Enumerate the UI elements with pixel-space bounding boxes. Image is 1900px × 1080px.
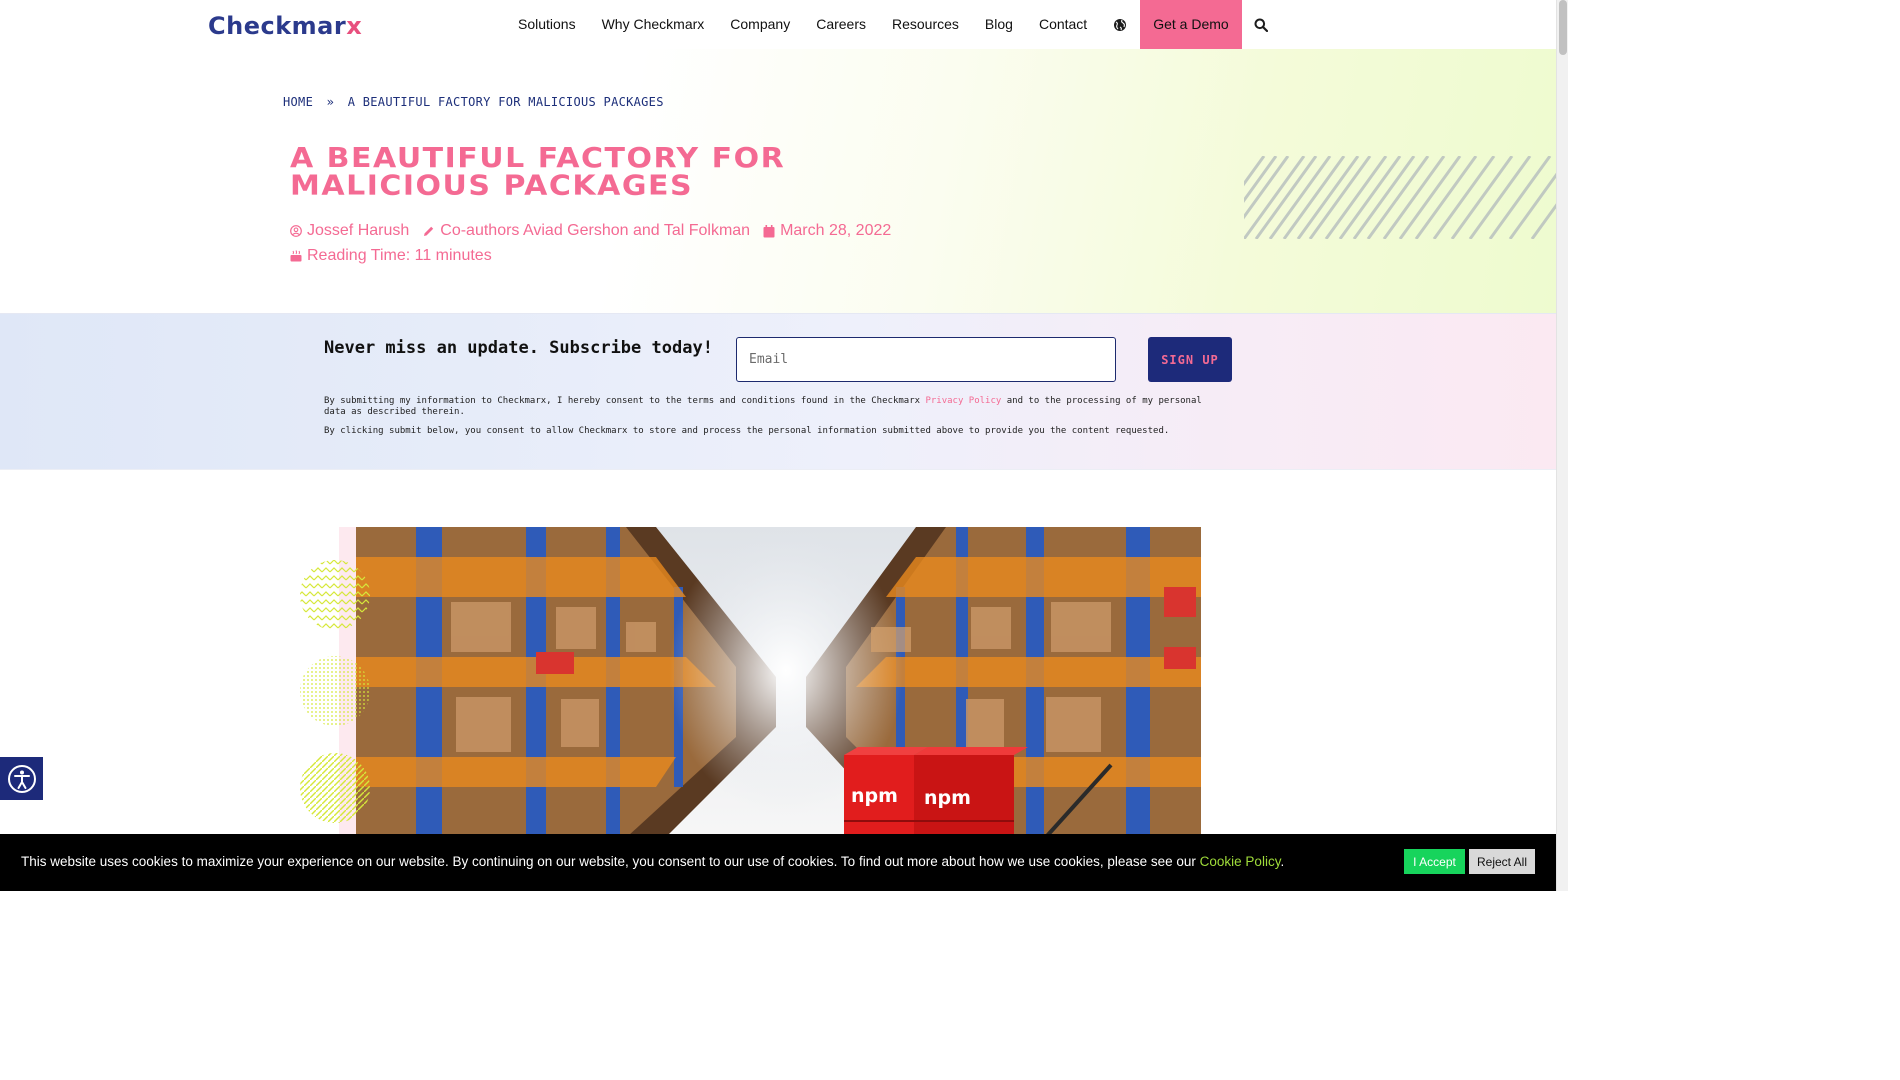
article-meta: Jossef Harush Co-authors Aviad Gershon a…: [290, 222, 904, 240]
cookie-policy-link[interactable]: Cookie Policy: [1200, 854, 1281, 869]
nav-contact[interactable]: Contact: [1026, 0, 1100, 49]
reading-time: Reading Time: 11 minutes: [290, 247, 492, 265]
sign-up-button[interactable]: SIGN UP: [1148, 337, 1232, 382]
accessibility-button[interactable]: [0, 757, 43, 800]
cookie-text: This website uses cookies to maximize yo…: [21, 854, 1285, 869]
nav-blog[interactable]: Blog: [972, 0, 1026, 49]
coffee-icon: [290, 250, 302, 262]
page-scrollbar[interactable]: [1556, 0, 1568, 891]
nav-why-checkmarx[interactable]: Why Checkmarx: [589, 0, 718, 49]
publish-date: March 28, 2022: [763, 222, 891, 240]
subscribe-heading: Never miss an update. Subscribe today!: [324, 338, 713, 358]
subscribe-banner: Never miss an update. Subscribe today! S…: [0, 313, 1556, 470]
search-icon[interactable]: [1242, 0, 1280, 49]
coauthors: Co-authors Aviad Gershon and Tal Folkman: [422, 222, 750, 240]
reading-time-text: Reading Time: 11 minutes: [307, 247, 492, 264]
consent-text: By submitting my information to Checkmar…: [324, 396, 1202, 417]
consent-text-2: By clicking submit below, you consent to…: [324, 426, 1170, 436]
breadcrumb-current: A BEAUTIFUL FACTORY FOR MALICIOUS PACKAG…: [347, 95, 664, 109]
author[interactable]: Jossef Harush: [290, 222, 409, 240]
author-name: Jossef Harush: [307, 222, 410, 239]
decorative-stripes: [1244, 156, 1556, 239]
main-nav: Solutions Why Checkmarx Company Careers …: [505, 0, 1280, 49]
decorative-circles: [298, 558, 374, 828]
globe-icon[interactable]: [1100, 0, 1140, 49]
featured-image: npm npm: [356, 527, 1201, 847]
checkmarx-logo[interactable]: Checkmarx: [208, 12, 362, 40]
privacy-policy-link[interactable]: Privacy Policy: [925, 396, 1001, 406]
nav-solutions[interactable]: Solutions: [505, 0, 589, 49]
get-a-demo-button[interactable]: Get a Demo: [1140, 0, 1242, 49]
nav-company[interactable]: Company: [717, 0, 803, 49]
breadcrumb: HOME » A BEAUTIFUL FACTORY FOR MALICIOUS…: [283, 95, 670, 109]
scrollbar-thumb[interactable]: [1559, 0, 1567, 55]
date-text: March 28, 2022: [780, 222, 892, 239]
npm-box-label: npm: [851, 785, 898, 807]
pencil-icon: [424, 226, 434, 236]
accept-cookies-button[interactable]: I Accept: [1404, 849, 1465, 874]
email-input[interactable]: [736, 337, 1116, 382]
reject-cookies-button[interactable]: Reject All: [1469, 849, 1535, 874]
coauthors-text: Co-authors Aviad Gershon and Tal Folkman: [440, 222, 751, 239]
breadcrumb-home[interactable]: HOME: [283, 95, 313, 109]
nav-careers[interactable]: Careers: [803, 0, 879, 49]
site-header: Checkmarx Solutions Why Checkmarx Compan…: [0, 0, 1556, 49]
calendar-icon: [763, 224, 775, 237]
page-title: A BEAUTIFUL FACTORY FOR MALICIOUS PACKAG…: [290, 142, 786, 203]
logo-wordmark: Checkmar: [208, 12, 347, 40]
user-circle-icon: [290, 225, 302, 237]
cookie-banner: This website uses cookies to maximize yo…: [0, 834, 1556, 891]
article-hero: HOME » A BEAUTIFUL FACTORY FOR MALICIOUS…: [0, 49, 1556, 313]
nav-resources[interactable]: Resources: [879, 0, 972, 49]
breadcrumb-separator: »: [326, 95, 335, 109]
accessibility-icon: [7, 764, 36, 793]
npm-box-label: npm: [924, 787, 971, 809]
